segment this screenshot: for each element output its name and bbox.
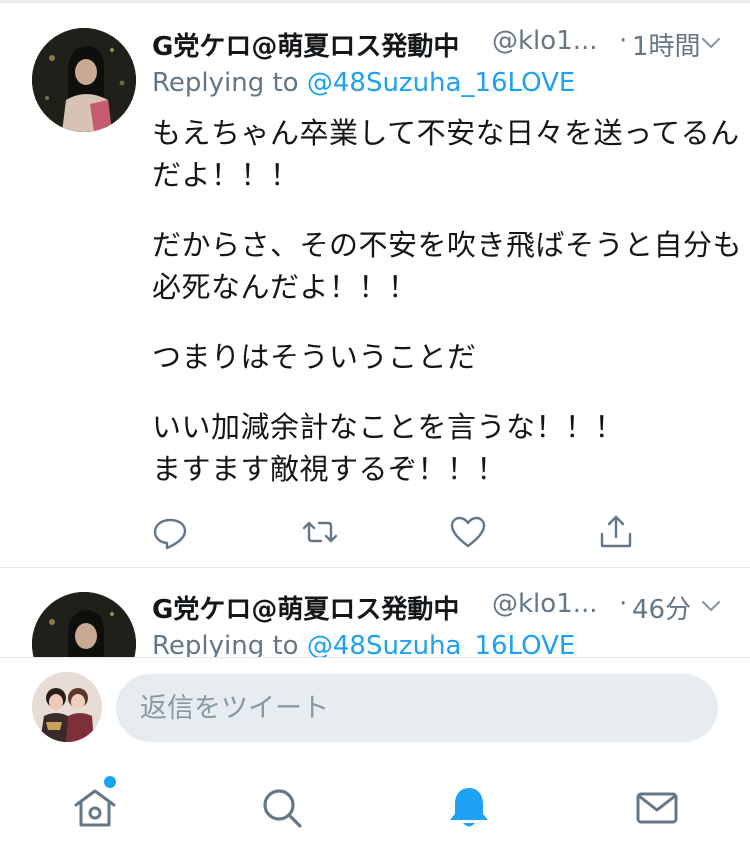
replying-to: Replying to @48Suzuha_16LOVE <box>152 631 575 657</box>
tweet-timestamp[interactable]: 46分 <box>632 589 691 626</box>
tweet-detail-screen: G党ケロ@萌夏ロス発動中 @klo1... · 1時間 Replying to … <box>0 0 750 856</box>
tweet-body: もえちゃん卒業して不安な日々を送ってるん だよ！！！ だからさ、その不安を吹き飛… <box>152 112 743 490</box>
author-avatar[interactable] <box>32 28 136 132</box>
home-icon[interactable] <box>70 783 120 833</box>
replying-to-handle-link[interactable]: @48Suzuha_16LOVE <box>307 68 575 98</box>
header-separator: · <box>619 26 628 56</box>
tweet-actions <box>150 512 650 556</box>
tweet-timestamp[interactable]: 1時間 <box>632 26 701 63</box>
bottom-tab-bar <box>0 757 750 856</box>
heart-icon[interactable] <box>448 512 488 552</box>
chevron-down-icon[interactable] <box>700 595 722 617</box>
tweet[interactable]: G党ケロ@萌夏ロス発動中 @klo1... · 1時間 Replying to … <box>0 0 750 568</box>
reply-tweet-input[interactable] <box>116 674 718 742</box>
author-handle[interactable]: @klo1... <box>492 26 598 56</box>
messages-envelope-icon[interactable] <box>632 783 682 833</box>
tweet-text-line: 必死なんだよ！！！ <box>152 270 418 304</box>
author-display-name[interactable]: G党ケロ@萌夏ロス発動中 <box>152 26 459 63</box>
share-icon[interactable] <box>596 512 636 552</box>
tweet-text-line: つまりはそういうことだ <box>152 340 477 374</box>
home-notification-badge <box>104 776 116 788</box>
tweet-text-line: いい加減余計なことを言うな！！！ <box>152 410 625 444</box>
tweet-text-line: だよ！！！ <box>152 158 300 192</box>
retweet-icon[interactable] <box>300 512 340 552</box>
replying-to-handle-link[interactable]: @48Suzuha_16LOVE <box>307 631 575 657</box>
tweet-text-line: だからさ、その不安を吹き飛ばそうと自分も <box>152 228 743 262</box>
author-display-name[interactable]: G党ケロ@萌夏ロス発動中 <box>152 589 459 626</box>
current-user-avatar[interactable] <box>32 672 102 742</box>
reply-icon[interactable] <box>150 512 190 552</box>
tweet-header: G党ケロ@萌夏ロス発動中 @klo1... · 1時間 <box>152 24 732 64</box>
tweet-text-line: ますます敵視するぞ！！！ <box>152 452 507 486</box>
replying-to-prefix: Replying to <box>152 68 299 98</box>
tweet-text-line: もえちゃん卒業して不安な日々を送ってるん <box>152 116 740 150</box>
replying-to: Replying to @48Suzuha_16LOVE <box>152 68 575 104</box>
tweet[interactable]: G党ケロ@萌夏ロス発動中 @klo1... · 46分 Replying to … <box>0 569 750 657</box>
replying-to-prefix: Replying to <box>152 631 299 657</box>
tweet-header: G党ケロ@萌夏ロス発動中 @klo1... · 46分 <box>152 587 732 627</box>
author-avatar[interactable] <box>32 592 136 657</box>
author-handle[interactable]: @klo1... <box>492 589 598 619</box>
chevron-down-icon[interactable] <box>700 32 722 54</box>
reply-composer <box>0 657 750 757</box>
search-icon[interactable] <box>257 783 307 833</box>
header-separator: · <box>619 589 628 619</box>
notifications-bell-icon[interactable] <box>444 783 494 833</box>
